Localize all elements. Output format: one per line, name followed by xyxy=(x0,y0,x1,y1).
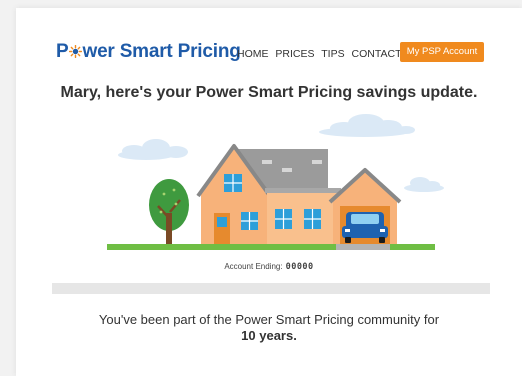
email-header: P wer Smart Pricing HOME PRICES TIPS CON… xyxy=(16,8,522,78)
psp-logo[interactable]: P wer Smart Pricing xyxy=(56,41,241,63)
nav-home[interactable]: HOME xyxy=(237,48,269,60)
nav-tips[interactable]: TIPS xyxy=(321,48,344,60)
community-years: 10 years. xyxy=(241,328,297,343)
driveway xyxy=(336,244,390,250)
logo-text-end: wer Smart Pricing xyxy=(82,41,241,62)
account-number: 00000 xyxy=(285,262,314,272)
account-ending: Account Ending: 00000 xyxy=(16,262,522,272)
savings-headline: Mary, here's your Power Smart Pricing sa… xyxy=(60,84,478,101)
logo-text-start: P xyxy=(56,41,69,62)
sun-icon xyxy=(68,45,82,58)
nav-contact[interactable]: CONTACT xyxy=(352,48,402,60)
community-text: You've been part of the Power Smart Pric… xyxy=(98,312,440,327)
cloud-right xyxy=(319,114,415,137)
cloud-left xyxy=(118,139,188,160)
community-message: You've been part of the Power Smart Pric… xyxy=(16,312,522,344)
cloud-small xyxy=(404,177,444,192)
top-nav: HOME PRICES TIPS CONTACT xyxy=(237,48,405,60)
account-ending-label: Account Ending: xyxy=(224,262,283,271)
nav-prices[interactable]: PRICES xyxy=(275,48,314,60)
email-container: P wer Smart Pricing HOME PRICES TIPS CON… xyxy=(16,8,522,376)
tree-icon xyxy=(149,179,189,246)
divider-bar xyxy=(52,283,490,294)
house-illustration xyxy=(107,114,444,250)
my-psp-account-button[interactable]: My PSP Account xyxy=(400,42,484,62)
